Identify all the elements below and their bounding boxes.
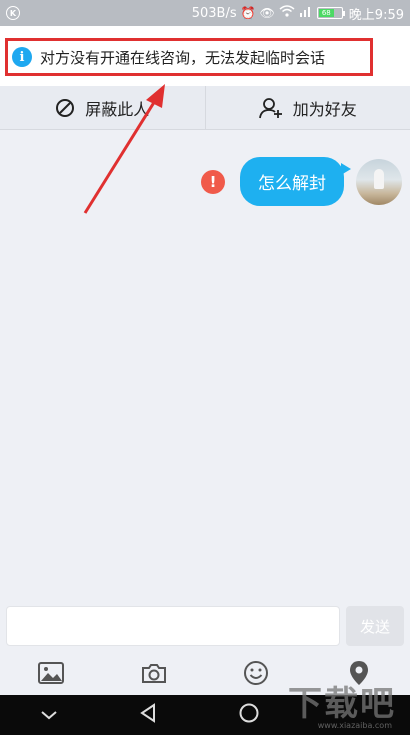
clock: 晚上9:59: [348, 7, 404, 23]
battery-level: 68: [318, 9, 334, 17]
watermark-logo: 下载吧: [288, 684, 396, 724]
action-row: 屏蔽此人 加为好友: [0, 86, 410, 130]
block-user-button[interactable]: 屏蔽此人: [0, 86, 205, 129]
block-user-label: 屏蔽此人: [85, 99, 150, 119]
chat-area[interactable]: ! 怎么解封: [0, 131, 410, 601]
message-input[interactable]: [6, 606, 340, 646]
status-right: 503B/s ⏰ 👁 68 晚上9:59: [192, 4, 404, 23]
emoji-icon[interactable]: [236, 653, 276, 693]
signal-icon: [299, 5, 313, 21]
add-friend-label: 加为好友: [292, 99, 357, 119]
send-failed-icon[interactable]: !: [201, 169, 225, 194]
notice-highlight-box: i 对方没有开通在线咨询，无法发起临时会话: [5, 38, 373, 76]
add-user-icon: [258, 97, 282, 118]
wifi-icon: [279, 5, 295, 21]
send-button[interactable]: 发送: [346, 606, 404, 646]
notice-text: 对方没有开通在线咨询，无法发起临时会话: [40, 48, 326, 67]
battery-icon: 68: [316, 7, 345, 19]
avatar[interactable]: [356, 158, 402, 205]
network-speed: 503B/s: [191, 5, 237, 21]
watermark-url: www.xiazaiba.com: [317, 721, 392, 730]
home-icon[interactable]: [238, 702, 260, 728]
input-row: 发送: [0, 601, 410, 651]
eye-icon: 👁: [259, 6, 275, 20]
block-icon: [56, 98, 75, 117]
alarm-icon: ⏰: [240, 6, 256, 20]
camera-icon[interactable]: [134, 653, 174, 693]
info-icon: i: [12, 47, 32, 67]
message-bubble[interactable]: 怎么解封: [240, 157, 351, 206]
message-row: ! 怎么解封: [201, 157, 402, 206]
back-icon[interactable]: [139, 703, 157, 727]
notice-banner: i 对方没有开通在线咨询，无法发起临时会话: [0, 26, 410, 86]
image-icon[interactable]: [31, 653, 71, 693]
k-icon: K: [6, 6, 20, 20]
add-friend-button[interactable]: 加为好友: [204, 86, 410, 129]
collapse-icon[interactable]: [40, 706, 58, 725]
status-bar: K 503B/s ⏰ 👁 68 晚上9:59: [0, 0, 410, 26]
